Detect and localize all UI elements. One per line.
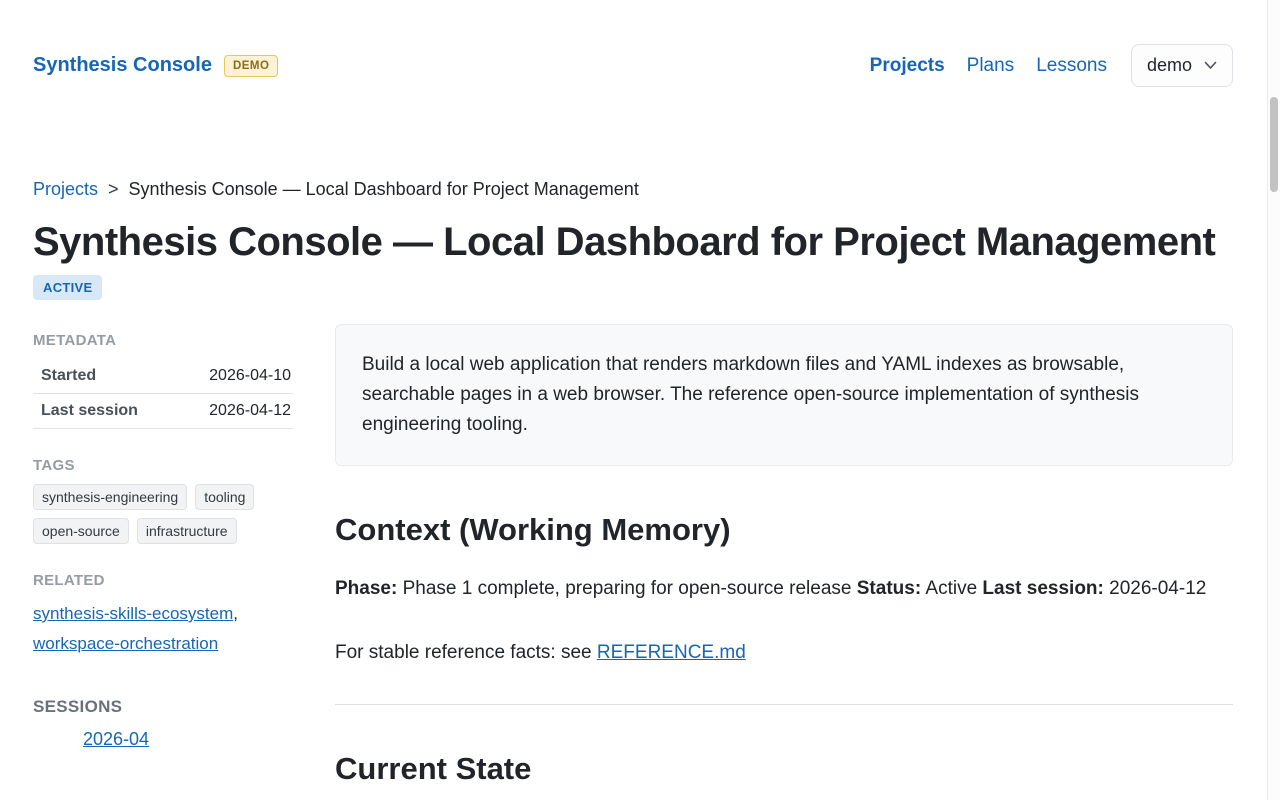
phase-label: Phase:: [335, 578, 397, 599]
scrollbar-track[interactable]: [1267, 0, 1280, 800]
brand-row: Synthesis Console DEMO: [33, 54, 278, 77]
scrollbar-thumb[interactable]: [1270, 97, 1278, 192]
metadata-label: Started: [41, 367, 96, 385]
sessions-heading: SESSIONS: [33, 697, 293, 717]
context-summary: Phase: Phase 1 complete, preparing for o…: [335, 572, 1233, 606]
nav-plans[interactable]: Plans: [967, 55, 1015, 77]
session-link-2026-04[interactable]: 2026-04: [83, 729, 149, 749]
current-state-heading: Current State: [335, 751, 1233, 787]
metadata-table: Started 2026-04-10 Last session 2026-04-…: [33, 359, 293, 429]
phase-value: Phase 1 complete, preparing for open-sou…: [403, 578, 852, 599]
content-layout: METADATA Started 2026-04-10 Last session…: [33, 324, 1233, 800]
breadcrumb-current: Synthesis Console — Local Dashboard for …: [129, 179, 639, 199]
status-badge: ACTIVE: [33, 275, 102, 300]
brand-link[interactable]: Synthesis Console: [33, 54, 212, 77]
status-value: Active: [925, 578, 977, 599]
nav-lessons[interactable]: Lessons: [1036, 55, 1107, 77]
related-link-workspace-orchestration[interactable]: workspace-orchestration: [33, 634, 218, 653]
tag-chip: infrastructure: [137, 518, 237, 544]
metadata-value: 2026-04-10: [209, 367, 291, 385]
metadata-row-started: Started 2026-04-10: [33, 359, 293, 394]
metadata-heading: METADATA: [33, 332, 293, 349]
breadcrumb-projects-link[interactable]: Projects: [33, 179, 98, 199]
metadata-row-last-session: Last session 2026-04-12: [33, 394, 293, 429]
related-links: synthesis-skills-ecosystem, workspace-or…: [33, 599, 293, 659]
related-link-synthesis-skills-ecosystem[interactable]: synthesis-skills-ecosystem: [33, 604, 233, 623]
top-nav: Projects Plans Lessons demo: [870, 44, 1233, 87]
last-session-value: 2026-04-12: [1109, 578, 1206, 599]
metadata-value: 2026-04-12: [209, 402, 291, 420]
user-dropdown-value: demo: [1147, 55, 1192, 76]
reference-note: For stable reference facts: see REFERENC…: [335, 636, 1233, 670]
sessions-list: 2026-04: [33, 729, 293, 750]
last-session-label: Last session:: [982, 578, 1103, 599]
sidebar: METADATA Started 2026-04-10 Last session…: [33, 324, 293, 800]
user-dropdown[interactable]: demo: [1131, 44, 1233, 87]
breadcrumb: Projects > Synthesis Console — Local Dashb…: [33, 179, 1233, 200]
nav-projects[interactable]: Projects: [870, 55, 945, 77]
status-label: Status:: [857, 578, 921, 599]
context-heading: Context (Working Memory): [335, 512, 1233, 548]
tags-heading: TAGS: [33, 457, 293, 474]
breadcrumb-separator: >: [108, 179, 119, 199]
main-content: Build a local web application that rende…: [335, 324, 1233, 800]
header: Synthesis Console DEMO Projects Plans Le…: [33, 0, 1233, 87]
session-item: 2026-04: [83, 729, 293, 750]
reference-md-link[interactable]: REFERENCE.md: [597, 642, 746, 663]
demo-badge: DEMO: [224, 55, 279, 77]
tag-chip: synthesis-engineering: [33, 484, 187, 510]
tags-list: synthesis-engineering tooling open-sourc…: [33, 484, 293, 544]
related-heading: RELATED: [33, 572, 293, 589]
page-title: Synthesis Console — Local Dashboard for …: [33, 220, 1233, 265]
reference-text: For stable reference facts: see: [335, 642, 592, 663]
related-separator: ,: [233, 604, 238, 623]
chevron-down-icon: [1204, 61, 1217, 70]
metadata-label: Last session: [41, 402, 138, 420]
tag-chip: open-source: [33, 518, 129, 544]
project-description: Build a local web application that rende…: [335, 324, 1233, 466]
tag-chip: tooling: [195, 484, 254, 510]
section-divider: [335, 704, 1233, 705]
